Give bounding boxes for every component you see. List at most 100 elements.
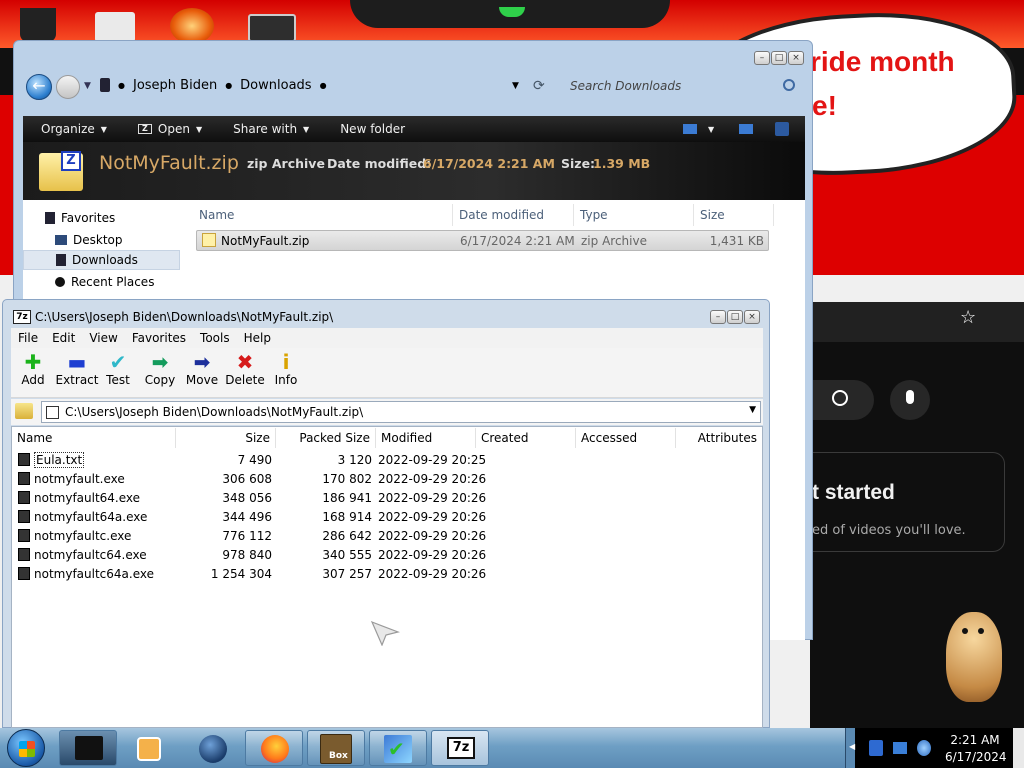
share-with-menu[interactable]: Share with ▼ (215, 122, 322, 136)
search-field[interactable]: Search Downloads (569, 75, 804, 97)
nav-recent-label: Recent Places (71, 275, 155, 289)
taskbar-box-app[interactable]: Box (307, 730, 365, 766)
back-button[interactable]: ← (26, 74, 52, 100)
breadcrumb-user[interactable]: Joseph Biden (133, 78, 217, 93)
preview-pane-icon[interactable] (739, 124, 753, 134)
address-dropdown-icon[interactable]: ▼ (512, 81, 519, 91)
column-header-modified[interactable]: Modified (376, 428, 476, 448)
close-button[interactable]: × (788, 51, 804, 65)
clock-date[interactable]: 6/17/2024 (945, 750, 1007, 764)
table-row[interactable]: notmyfault.exe 306 608 170 802 2022-09-2… (16, 470, 756, 489)
column-header-created[interactable]: Created (476, 428, 576, 448)
search-placeholder: Search Downloads (570, 79, 682, 93)
copy-button[interactable]: ➡ Copy (140, 351, 180, 397)
table-row[interactable]: notmyfault64a.exe 344 496 168 914 2022-0… (16, 508, 756, 527)
file-row[interactable]: NotMyFault.zip 6/17/2024 2:21 AM zip Arc… (196, 230, 769, 251)
extract-label: Extract (55, 373, 99, 387)
column-header-size[interactable]: Size (694, 204, 774, 226)
recent-pages-chevron-icon[interactable]: ▼ (84, 81, 91, 91)
table-row[interactable]: Eula.txt 7 490 3 120 2022-09-29 20:25 (16, 451, 756, 470)
folder-up-icon[interactable] (15, 403, 33, 419)
menu-tools[interactable]: Tools (193, 331, 237, 345)
star-icon[interactable]: ☆ (960, 309, 976, 327)
column-header-attributes[interactable]: Attributes (676, 428, 762, 448)
taskbar-explorer[interactable] (59, 730, 117, 766)
volume-icon[interactable] (917, 740, 931, 756)
delete-button[interactable]: ✖ Delete (223, 351, 267, 397)
maximize-button[interactable]: □ (771, 51, 787, 65)
test-button[interactable]: ✔ Test (98, 351, 138, 397)
taskbar: Box ✔ 7z ◀ 2:21 AM 6/17/2024 (0, 728, 1024, 768)
column-header-accessed[interactable]: Accessed (576, 428, 676, 448)
help-icon[interactable] (775, 122, 789, 136)
breadcrumb-downloads[interactable]: Downloads (240, 78, 311, 93)
search-icon[interactable] (783, 79, 795, 91)
card-title: t started (812, 481, 895, 504)
path-input[interactable]: C:\Users\Joseph Biden\Downloads\NotMyFau… (41, 401, 761, 423)
nav-desktop[interactable]: Desktop (23, 230, 180, 250)
menu-view[interactable]: View (82, 331, 124, 345)
browser-icon[interactable] (170, 8, 214, 44)
folder-icon[interactable] (95, 12, 135, 42)
column-header-packed-size[interactable]: Packed Size (276, 428, 376, 448)
taskbar-installer[interactable]: ✔ (369, 730, 427, 766)
table-row[interactable]: notmyfault64.exe 348 056 186 941 2022-09… (16, 489, 756, 508)
close-button[interactable]: × (744, 310, 760, 324)
path-dropdown-icon[interactable]: ▼ (749, 405, 756, 415)
menu-file[interactable]: File (11, 331, 45, 345)
file-name: NotMyFault.zip (221, 234, 310, 248)
nav-recent-places[interactable]: Recent Places (23, 272, 180, 292)
terminal-icon[interactable] (248, 14, 296, 42)
organize-menu[interactable]: Organize ▼ (23, 122, 120, 136)
column-header-name[interactable]: Name (12, 428, 176, 448)
action-center-icon[interactable] (869, 740, 883, 756)
zip-file-icon (202, 233, 216, 247)
add-button[interactable]: ✚ Add (13, 351, 53, 397)
table-row[interactable]: notmyfaultc.exe 776 112 286 642 2022-09-… (16, 527, 756, 546)
new-folder-button[interactable]: New folder (322, 122, 418, 136)
taskbar-media-player[interactable] (121, 730, 179, 766)
taskbar-7zip[interactable]: 7z (431, 730, 489, 766)
nav-downloads[interactable]: Downloads (23, 250, 180, 270)
recycle-bin-icon[interactable] (20, 8, 56, 42)
refresh-icon[interactable]: ⟳ (533, 78, 545, 94)
show-desktop-button[interactable] (1013, 728, 1024, 768)
microphone-button[interactable] (890, 380, 930, 420)
start-button[interactable] (7, 729, 45, 767)
maximize-button[interactable]: □ (727, 310, 743, 324)
menu-edit[interactable]: Edit (45, 331, 82, 345)
card-subtitle: ed of videos you'll love. (812, 523, 966, 538)
column-header-type[interactable]: Type (574, 204, 694, 226)
info-button[interactable]: i Info (266, 351, 306, 397)
view-icon[interactable] (683, 124, 697, 134)
taskbar-firefox[interactable] (245, 730, 303, 766)
minimize-button[interactable]: – (754, 51, 770, 65)
installer-icon: ✔ (384, 735, 412, 763)
network-icon[interactable] (893, 742, 907, 754)
menu-help[interactable]: Help (237, 331, 278, 345)
box-label: Box (329, 751, 348, 761)
move-button[interactable]: ➡ Move (182, 351, 222, 397)
view-dropdown-icon[interactable]: ▼ (708, 125, 714, 134)
open-menu[interactable]: Z Open ▼ (120, 122, 215, 136)
minimize-button[interactable]: – (710, 310, 726, 324)
nav-favorites[interactable]: Favorites (23, 208, 180, 228)
sevenzip-title: C:\Users\Joseph Biden\Downloads\NotMyFau… (35, 310, 334, 324)
address-bar[interactable]: ● Joseph Biden ● Downloads ● (100, 72, 545, 98)
column-header-size[interactable]: Size (176, 428, 276, 448)
row-name: notmyfaultc.exe (34, 529, 132, 543)
new-folder-label: New folder (340, 122, 406, 136)
column-header-name[interactable]: Name (193, 204, 453, 226)
table-row[interactable]: notmyfaultc64.exe 978 840 340 555 2022-0… (16, 546, 756, 565)
column-header-date-modified[interactable]: Date modified (453, 204, 574, 226)
extract-button[interactable]: ▬ Extract (55, 351, 99, 397)
zip-icon: Z (137, 124, 152, 134)
search-button[interactable] (810, 380, 874, 420)
forward-button[interactable] (56, 75, 80, 99)
table-row[interactable]: notmyfaultc64a.exe 1 254 304 307 257 202… (16, 565, 756, 584)
row-name: notmyfaultc64a.exe (34, 567, 154, 581)
clock-time[interactable]: 2:21 AM (945, 733, 1005, 747)
menu-favorites[interactable]: Favorites (125, 331, 193, 345)
taskbar-globe[interactable] (183, 730, 241, 766)
file-icon (18, 548, 30, 561)
